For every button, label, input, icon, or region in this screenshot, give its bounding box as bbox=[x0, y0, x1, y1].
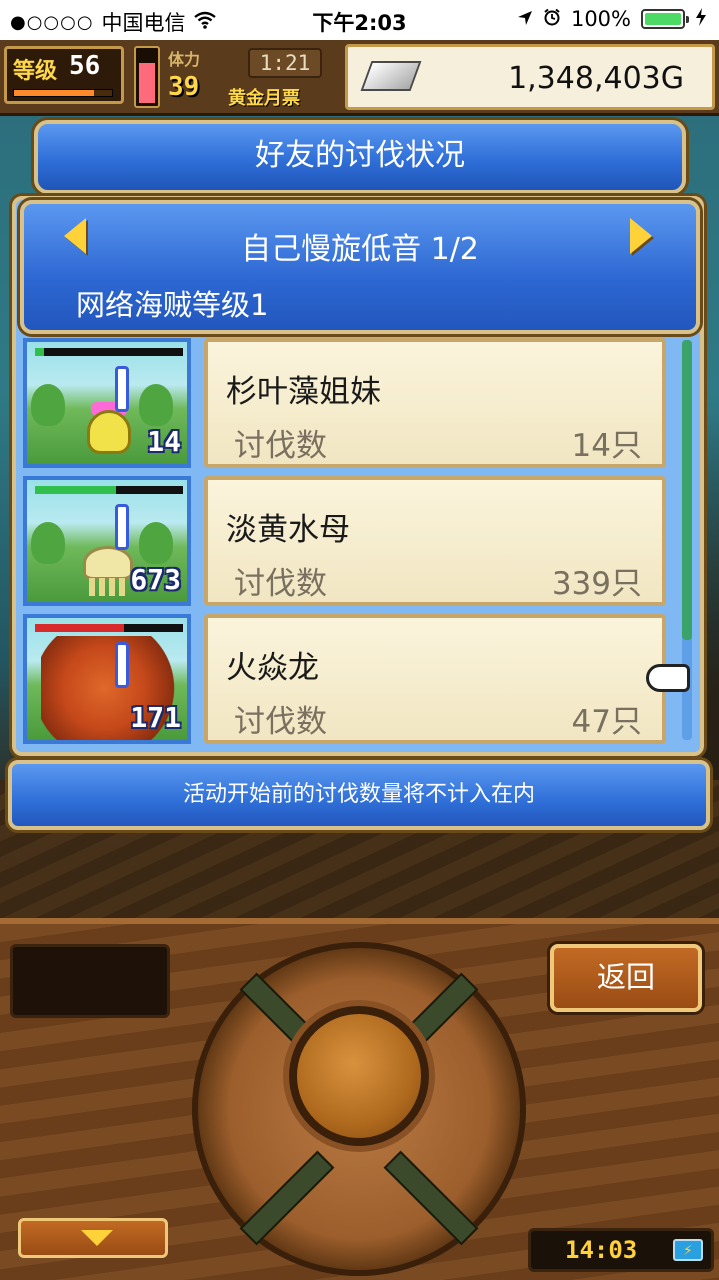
friend-pirate-level: 网络海贼等级1 bbox=[76, 288, 269, 322]
status-right: 100% bbox=[517, 7, 707, 31]
dpad-center-button[interactable] bbox=[289, 1006, 429, 1146]
stamina-label: 体力 bbox=[168, 50, 201, 69]
level-exp-bar bbox=[13, 89, 113, 97]
stamina-panel: 体力 39 bbox=[168, 46, 228, 108]
kill-count-label: 讨伐数 bbox=[234, 428, 327, 464]
monster-list[interactable]: 14 杉叶藻姐妹 讨伐数 14只 673 淡黄水母 讨伐数 339只 171 火… bbox=[20, 336, 698, 748]
energy-gauge-fill bbox=[139, 62, 155, 103]
list-item[interactable]: 14 杉叶藻姐妹 讨伐数 14只 bbox=[20, 336, 698, 470]
jellyfish-tentacles bbox=[89, 578, 129, 596]
monster-info-card: 火焱龙 讨伐数 47只 bbox=[204, 614, 666, 744]
thumb-count: 14 bbox=[147, 425, 181, 458]
kill-count-value: 339只 bbox=[551, 566, 642, 602]
silver-bar-icon bbox=[360, 61, 422, 91]
pointing-hand-icon bbox=[646, 664, 690, 692]
level-label: 等级 bbox=[13, 59, 58, 84]
monster-hp-bar bbox=[35, 486, 183, 494]
exclamation-icon bbox=[115, 642, 129, 688]
monster-thumbnail: 14 bbox=[23, 338, 191, 468]
tree-icon bbox=[139, 522, 173, 564]
game-clock-time: 14:03 bbox=[565, 1236, 638, 1264]
level-value: 56 bbox=[69, 51, 101, 81]
thumb-count: 171 bbox=[130, 701, 181, 734]
battery-icon bbox=[641, 9, 689, 29]
friend-header: 自己慢旋低音 1/2 网络海贼等级1 bbox=[20, 200, 700, 334]
level-panel: 等级 56 bbox=[4, 46, 124, 104]
monster-hp-bar bbox=[35, 348, 183, 356]
top-hud: 等级 56 体力 39 1:21 黄金月票 1,348,403G bbox=[0, 40, 719, 116]
monster-hp-bar bbox=[35, 624, 183, 632]
game-clock: 14:03 ⚡ bbox=[528, 1228, 714, 1272]
monster-name: 杉叶藻姐妹 bbox=[226, 374, 381, 410]
monster-name: 火焱龙 bbox=[226, 650, 319, 686]
event-note: 活动开始前的讨伐数量将不计入在内 bbox=[8, 760, 710, 830]
alarm-clock-icon bbox=[543, 7, 561, 31]
monster-info-card: 杉叶藻姐妹 讨伐数 14只 bbox=[204, 338, 666, 468]
level-exp-fill bbox=[14, 90, 95, 96]
gold-panel: 1,348,403G bbox=[345, 44, 715, 110]
scroll-down-button[interactable] bbox=[18, 1218, 168, 1258]
exclamation-icon bbox=[115, 366, 129, 412]
monster-thumbnail: 673 bbox=[23, 476, 191, 606]
scrollbar-thumb[interactable] bbox=[682, 340, 692, 640]
friend-name: 自己慢旋低音 1/2 bbox=[241, 232, 479, 267]
seaweed-sister-sprite bbox=[87, 410, 131, 454]
tree-icon bbox=[31, 522, 65, 564]
kill-count-value: 47只 bbox=[571, 704, 642, 740]
kill-count-label: 讨伐数 bbox=[234, 704, 327, 740]
thumb-count: 673 bbox=[130, 563, 181, 596]
list-item[interactable]: 673 淡黄水母 讨伐数 339只 bbox=[20, 474, 698, 608]
dialog-title: 好友的讨伐状况 bbox=[34, 120, 686, 194]
stamina-value: 39 bbox=[168, 72, 200, 102]
status-bar: ●○○○○ 中国电信 下午2:03 100% bbox=[0, 0, 719, 40]
list-item[interactable]: 171 火焱龙 讨伐数 47只 bbox=[20, 612, 698, 746]
monster-hp-fill bbox=[35, 624, 124, 632]
monster-hp-fill bbox=[35, 486, 117, 494]
battery-charge-icon: ⚡ bbox=[673, 1239, 703, 1261]
next-friend-arrow-icon[interactable] bbox=[630, 218, 652, 254]
back-button[interactable]: 返回 bbox=[550, 944, 702, 1012]
gold-value: 1,348,403G bbox=[508, 61, 684, 96]
kill-count-label: 讨伐数 bbox=[234, 566, 327, 602]
exclamation-icon bbox=[115, 504, 129, 550]
jellyfish-sprite bbox=[83, 546, 133, 580]
down-arrow-icon bbox=[81, 1230, 113, 1246]
monster-hp-fill bbox=[35, 348, 44, 356]
monster-thumbnail: 171 bbox=[23, 614, 191, 744]
energy-gauge bbox=[134, 46, 160, 108]
battery-fill bbox=[645, 13, 681, 25]
kill-count-value: 14只 bbox=[571, 428, 642, 464]
stamina-timer: 1:21 bbox=[248, 48, 322, 78]
dpad-down-right[interactable] bbox=[383, 1150, 479, 1246]
dpad-down-left[interactable] bbox=[239, 1150, 335, 1246]
mini-screen bbox=[10, 944, 170, 1018]
battery-percent: 100% bbox=[570, 7, 631, 31]
monster-info-card: 淡黄水母 讨伐数 339只 bbox=[204, 476, 666, 606]
location-arrow-icon bbox=[517, 7, 533, 31]
gold-ticket-label[interactable]: 黄金月票 bbox=[228, 84, 348, 110]
tree-icon bbox=[31, 384, 65, 426]
monster-name: 淡黄水母 bbox=[226, 512, 350, 548]
tree-icon bbox=[139, 384, 173, 426]
charging-bolt-icon bbox=[695, 7, 707, 31]
